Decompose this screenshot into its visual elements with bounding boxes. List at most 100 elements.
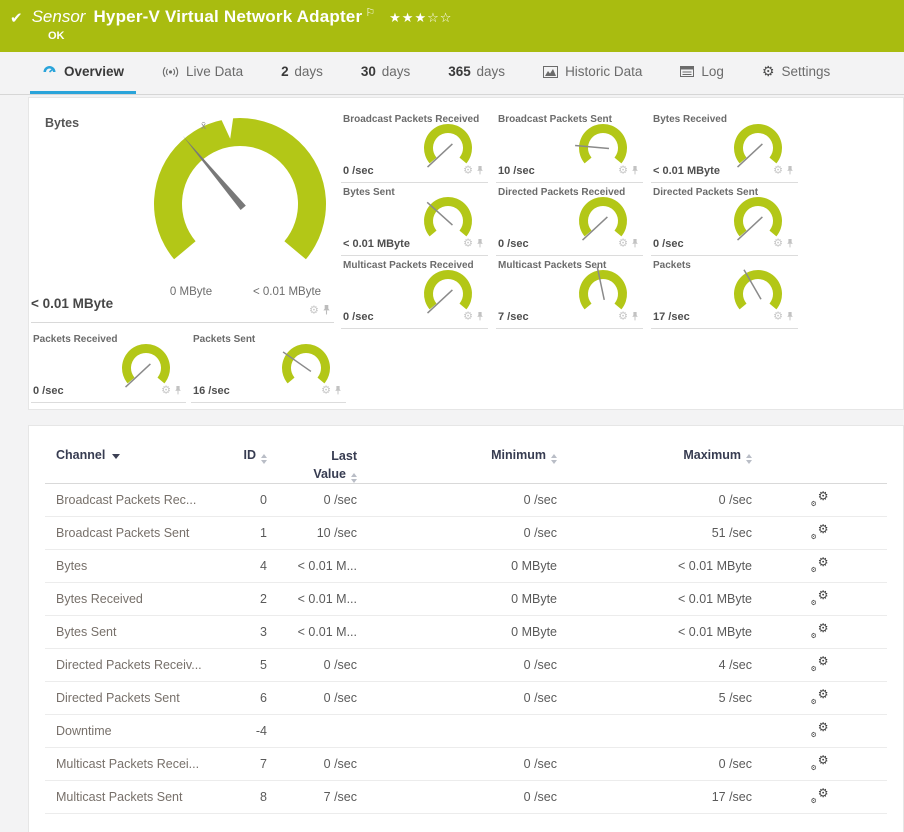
tab-settings[interactable]: ⚙ Settings	[750, 52, 842, 94]
pin-icon[interactable]	[322, 304, 331, 315]
tab-2-days[interactable]: 2 days	[269, 52, 335, 94]
channel-name[interactable]: Broadcast Packets Rec...	[45, 493, 217, 507]
gauge-title: Packets Sent	[193, 334, 256, 345]
channel-gear-icon[interactable]: ⚙	[321, 383, 331, 396]
gears-icon: ⚙ ⚙	[810, 653, 829, 673]
pin-icon[interactable]	[631, 238, 639, 248]
gauge-tile[interactable]: Directed Packets Received 0 /sec ⚙	[496, 184, 643, 256]
column-header-id[interactable]: ID	[217, 448, 267, 464]
channel-name[interactable]: Multicast Packets Recei...	[45, 757, 217, 771]
pin-icon[interactable]	[786, 165, 794, 175]
channel-gear-icon[interactable]: ⚙	[773, 309, 783, 322]
gauge-value: 17 /sec	[653, 311, 690, 323]
gauge-tile[interactable]: Multicast Packets Sent 7 /sec ⚙	[496, 257, 643, 329]
gauge-tile[interactable]: Packets Sent 16 /sec ⚙	[191, 331, 346, 403]
channel-gear-icon[interactable]: ⚙	[773, 163, 783, 176]
sensor-header: ✔ Sensor Hyper-V Virtual Network Adapter…	[0, 0, 904, 52]
table-row: Directed Packets Sent 6 0 /sec 0 /sec 5 …	[45, 682, 887, 715]
pin-icon[interactable]	[631, 165, 639, 175]
maximum-value: 5 /sec	[718, 691, 752, 705]
pin-icon[interactable]	[786, 238, 794, 248]
channel-settings-button[interactable]: ⚙ ⚙	[752, 588, 887, 609]
table-row: Broadcast Packets Rec... 0 0 /sec 0 /sec…	[45, 484, 887, 517]
channel-name[interactable]: Bytes Received	[45, 592, 217, 606]
gears-icon: ⚙ ⚙	[810, 785, 829, 805]
primary-gauge	[154, 114, 326, 260]
pin-icon[interactable]	[476, 165, 484, 175]
channel-settings-button[interactable]: ⚙ ⚙	[752, 653, 887, 675]
channel-gear-icon[interactable]: ⚙	[618, 236, 628, 249]
channel-gear-icon[interactable]: ⚙	[618, 163, 628, 176]
table-header: Channel ID Last Value Minimum Maximum	[45, 426, 887, 484]
minimum-value: 0 /sec	[523, 691, 557, 705]
gauge-tile[interactable]: Bytes Received < 0.01 MByte ⚙	[651, 111, 798, 183]
channel-name[interactable]: Downtime	[45, 724, 217, 738]
channel-gear-icon[interactable]: ⚙	[463, 309, 473, 322]
pin-icon[interactable]	[174, 385, 182, 395]
column-header-last-value[interactable]: Last Value	[267, 448, 357, 483]
channel-settings-button[interactable]: ⚙ ⚙	[752, 752, 887, 774]
last-value: 0 /sec	[323, 757, 357, 771]
channel-gear-icon[interactable]: ⚙	[773, 236, 783, 249]
channel-settings-button[interactable]: ⚙ ⚙	[752, 555, 887, 576]
pin-icon[interactable]	[786, 311, 794, 321]
channel-name[interactable]: Directed Packets Sent	[45, 691, 217, 705]
channel-gear-icon[interactable]: ⚙	[618, 309, 628, 322]
column-header-minimum[interactable]: Minimum	[357, 448, 557, 464]
minimum-value: 0 /sec	[523, 493, 557, 507]
channel-settings-button[interactable]: ⚙ ⚙	[752, 720, 887, 741]
gauge-tile[interactable]: Directed Packets Sent 0 /sec ⚙	[651, 184, 798, 256]
column-header-channel[interactable]: Channel	[45, 448, 217, 462]
gauge-tile[interactable]: Bytes Sent < 0.01 MByte ⚙	[341, 184, 488, 256]
pin-icon[interactable]	[476, 311, 484, 321]
tab-historic-data[interactable]: Historic Data	[531, 52, 654, 94]
gauge-tile[interactable]: Packets Received 0 /sec ⚙	[31, 331, 186, 403]
gauge-value: 10 /sec	[498, 165, 535, 177]
channel-settings-button[interactable]: ⚙ ⚙	[752, 522, 887, 543]
gauge-tile[interactable]: Packets 17 /sec ⚙	[651, 257, 798, 329]
gauge-tile[interactable]: Broadcast Packets Received 0 /sec ⚙	[341, 111, 488, 183]
gauge-tile[interactable]: Multicast Packets Received 0 /sec ⚙	[341, 257, 488, 329]
table-row: Bytes Sent 3 < 0.01 M... 0 MByte < 0.01 …	[45, 616, 887, 649]
channel-gear-icon[interactable]: ⚙	[463, 163, 473, 176]
channel-id: 4	[260, 559, 267, 573]
channel-settings-button[interactable]: ⚙ ⚙	[752, 687, 887, 708]
column-header-maximum[interactable]: Maximum	[557, 448, 752, 464]
maximum-value: < 0.01 MByte	[678, 625, 752, 639]
channel-settings-button[interactable]: ⚙ ⚙	[752, 785, 887, 807]
channel-gear-icon[interactable]: ⚙	[161, 383, 171, 396]
tab-overview[interactable]: Overview	[30, 52, 137, 94]
channel-settings-button[interactable]: ⚙ ⚙	[752, 489, 887, 510]
maximum-value: 51 /sec	[711, 526, 752, 540]
tab-30-days[interactable]: 30 days	[349, 52, 422, 94]
gauge-tile[interactable]: Broadcast Packets Sent 10 /sec ⚙	[496, 111, 643, 183]
tab-log[interactable]: Log	[668, 52, 736, 94]
last-value: 7 /sec	[323, 790, 357, 804]
flag-icon[interactable]: ⚐	[365, 6, 375, 19]
maximum-value: < 0.01 MByte	[678, 592, 752, 606]
pin-icon[interactable]	[476, 238, 484, 248]
channel-name[interactable]: Bytes	[45, 559, 217, 573]
pin-icon[interactable]	[334, 385, 342, 395]
tab-live-data[interactable]: Live Data	[150, 52, 255, 94]
gears-icon: ⚙ ⚙	[810, 752, 829, 772]
gauge-title: Packets	[653, 260, 691, 271]
minimum-value: 0 /sec	[523, 790, 557, 804]
channel-id: 0	[260, 493, 267, 507]
divider	[31, 322, 334, 323]
gauge-value: 0 /sec	[33, 385, 64, 397]
channel-name[interactable]: Multicast Packets Sent	[45, 790, 217, 804]
channel-name[interactable]: Bytes Sent	[45, 625, 217, 639]
gauges-panel: Bytes x̄ 0 MByte < 0.01 MByte < 0.01 MBy…	[28, 97, 904, 410]
channel-settings-button[interactable]: ⚙ ⚙	[752, 620, 887, 642]
table-row: Bytes 4 < 0.01 M... 0 MByte < 0.01 MByte…	[45, 550, 887, 583]
pin-icon[interactable]	[631, 311, 639, 321]
last-value: 0 /sec	[323, 493, 357, 507]
channel-gear-icon[interactable]: ⚙	[463, 236, 473, 249]
tab-365-days[interactable]: 365 days	[436, 52, 517, 94]
rating-stars[interactable]: ★★★☆☆	[389, 11, 452, 26]
channel-name[interactable]: Directed Packets Receiv...	[45, 658, 217, 672]
channel-gear-icon[interactable]: ⚙	[309, 303, 319, 316]
channel-name[interactable]: Broadcast Packets Sent	[45, 526, 217, 540]
gears-icon: ⚙ ⚙	[810, 620, 829, 640]
